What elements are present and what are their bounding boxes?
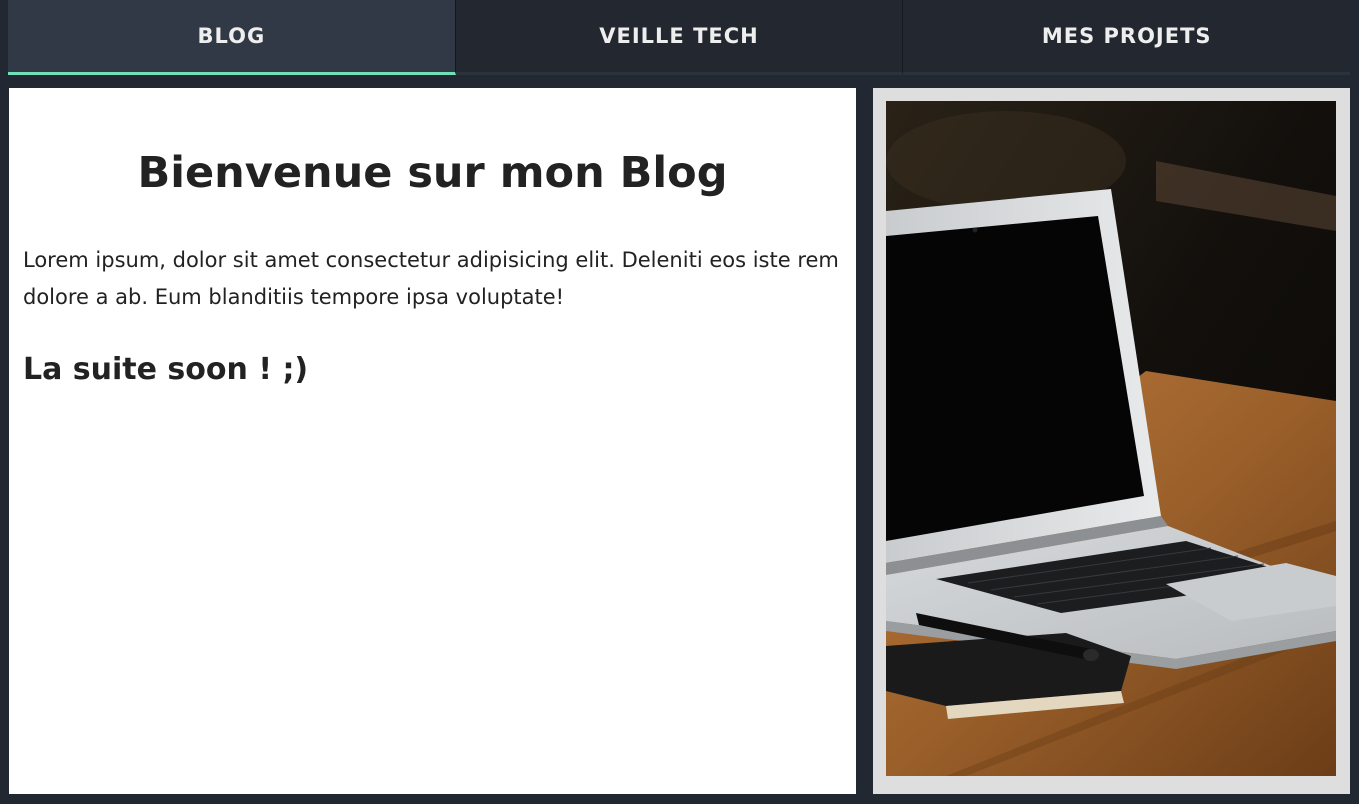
tab-blog-label: BLOG [197, 24, 266, 48]
tab-veille-tech[interactable]: VEILLE TECH [455, 0, 904, 75]
tab-blog[interactable]: BLOG [8, 0, 456, 75]
laptop-illustration [886, 101, 1336, 776]
tab-mes-projets[interactable]: MES PROJETS [903, 0, 1351, 75]
article-body: Lorem ipsum, dolor sit amet consectetur … [23, 248, 839, 309]
main-nav: BLOG VEILLE TECH MES PROJETS [8, 0, 1351, 75]
laptop-photo [886, 101, 1336, 776]
tab-veille-tech-label: VEILLE TECH [599, 24, 759, 48]
article-subtitle: La suite soon ! ;) [23, 352, 309, 387]
tab-mes-projets-label: MES PROJETS [1041, 24, 1212, 48]
blog-article: Bienvenue sur mon Blog Lorem ipsum, dolo… [9, 88, 856, 794]
page-title: Bienvenue sur mon Blog [137, 148, 728, 198]
photo-frame [873, 88, 1350, 794]
